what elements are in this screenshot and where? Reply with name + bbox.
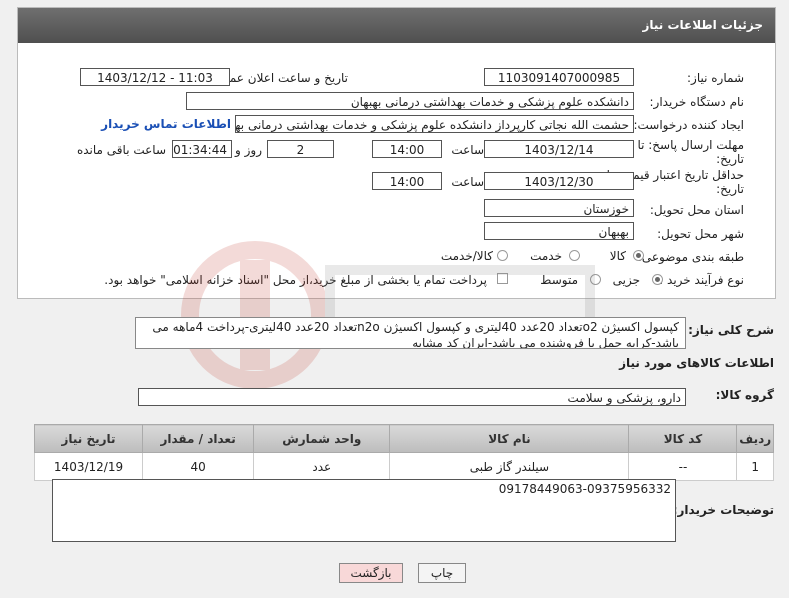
col-row-number: ردیف: [736, 424, 774, 453]
province-field: خوزستان: [484, 199, 634, 217]
buyer-notes-label: توضیحات خریدار:: [672, 503, 774, 517]
price-time-field: 14:00: [372, 172, 442, 190]
cell-quantity: 40: [142, 452, 255, 481]
description-field: کپسول اکسیژن o2تعداد 20عدد 40لیتری و کپس…: [135, 317, 686, 349]
goods-section-title: اطلاعات کالاهای مورد نیاز: [619, 356, 774, 370]
cell-need-date: 1403/12/19: [33, 452, 144, 481]
days-remaining-field: 2: [267, 140, 334, 158]
col-need-date: تاریخ نیاز: [33, 424, 144, 453]
reply-time-field: 14:00: [372, 140, 442, 158]
province-label: استان محل تحویل:: [649, 203, 744, 217]
payment-note: پرداخت تمام یا بخشی از مبلغ خرید،از محل …: [104, 273, 487, 287]
buyer-org-field: دانشکده علوم پزشکی و خدمات بهداشتی درمان…: [186, 92, 634, 110]
days-label: روز و: [235, 143, 262, 157]
table-row: 1 -- سیلندر گاز طبی عدد 40 1403/12/19: [33, 452, 774, 481]
category-option-service: خدمت: [530, 249, 562, 263]
goods-group-field: دارو، پزشکی و سلامت: [138, 388, 686, 406]
cell-item-name: سیلندر گاز طبی: [389, 452, 630, 481]
reply-deadline-label-2: تاریخ:: [716, 152, 744, 166]
reply-deadline-label: مهلت ارسال پاسخ: تا: [637, 138, 744, 152]
category-radio-service[interactable]: [569, 250, 580, 261]
cell-item-code: --: [628, 452, 738, 481]
remaining-label: ساعت باقی مانده: [76, 143, 166, 157]
col-item-name: نام کالا: [389, 424, 630, 453]
buyer-notes-field: 09178449063-09375956332: [52, 479, 676, 542]
goods-group-label: گروه کالا:: [715, 388, 774, 402]
process-radio-minor[interactable]: [652, 274, 663, 285]
category-radio-goods-service[interactable]: [497, 250, 508, 261]
announce-field: 1403/12/12 - 11:03: [80, 68, 230, 86]
category-radio-goods[interactable]: [633, 250, 644, 261]
creator-field: حشمت الله نجاتی کارپرداز دانشکده علوم پز…: [235, 115, 634, 133]
need-number-field: 1103091407000985: [484, 68, 634, 86]
cell-unit: عدد: [253, 452, 391, 481]
panel-title: جزئیات اطلاعات نیاز: [18, 8, 775, 43]
buyer-org-label: نام دستگاه خریدار:: [649, 95, 745, 109]
process-label: نوع فرآیند خرید :: [659, 273, 744, 287]
col-item-code: کد کالا: [628, 424, 738, 453]
treasury-payment-checkbox[interactable]: [497, 273, 508, 284]
back-button[interactable]: بازگشت: [339, 563, 403, 583]
need-number-label: شماره نیاز:: [687, 71, 744, 85]
remaining-time-field: 01:34:44: [172, 140, 232, 158]
print-button[interactable]: چاپ: [418, 563, 466, 583]
price-time-label: ساعت: [451, 175, 484, 189]
category-option-goods-service: کالا/خدمت: [440, 249, 493, 263]
goods-table: ردیف کد کالا نام کالا واحد شمارش تعداد /…: [33, 424, 774, 481]
city-label: شهر محل تحویل:: [657, 227, 744, 241]
creator-label: ایجاد کننده درخواست:: [633, 118, 744, 132]
process-option-medium: متوسط: [540, 273, 578, 287]
cell-row-number: 1: [736, 452, 774, 481]
buyer-contact-link[interactable]: اطلاعات تماس خریدار: [101, 117, 231, 131]
reply-time-label: ساعت: [451, 143, 484, 157]
city-field: بهبهان: [484, 222, 634, 240]
price-validity-label-2: تاریخ:: [716, 182, 744, 196]
reply-date-field: 1403/12/14: [484, 140, 634, 158]
price-date-field: 1403/12/30: [484, 172, 634, 190]
table-header-row: ردیف کد کالا نام کالا واحد شمارش تعداد /…: [33, 424, 774, 453]
col-unit: واحد شمارش: [253, 424, 391, 453]
description-label: شرح کلی نیاز:: [688, 323, 774, 337]
process-option-minor: جزیی: [612, 273, 640, 287]
col-quantity: تعداد / مقدار: [142, 424, 255, 453]
process-radio-medium[interactable]: [590, 274, 601, 285]
category-option-goods: کالا: [609, 249, 626, 263]
category-label: طبقه بندی موضوعی:: [637, 250, 744, 264]
